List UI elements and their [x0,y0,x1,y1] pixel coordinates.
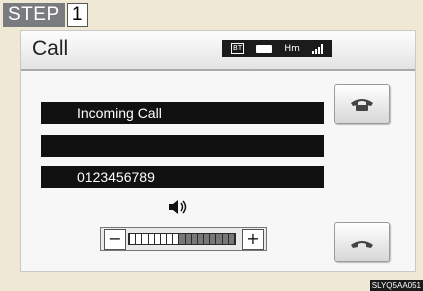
volume-control: − + [100,227,267,251]
step-indicator: STEP 1 [3,2,88,28]
volume-segment [160,234,167,244]
volume-segment [167,234,173,244]
volume-segment [210,234,216,244]
image-code: SLYQ5AA051 [369,280,423,291]
bluetooth-indicator: BT [231,43,245,54]
volume-segment [142,234,148,244]
volume-segment [197,234,204,244]
answer-button[interactable] [334,84,390,124]
volume-segment [179,234,185,244]
hm-indicator: Hm [284,43,300,54]
caller-name-field [41,135,324,157]
volume-segment [222,234,228,244]
volume-down-button[interactable]: − [104,229,126,250]
call-status-field: Incoming Call [41,102,324,124]
battery-icon [256,44,273,53]
phone-answer-icon [351,99,373,111]
title-bar: Call BT Hm [21,31,415,71]
volume-segment [191,234,197,244]
phone-hangup-icon [351,241,373,248]
volume-segment [173,234,179,244]
volume-segment [136,234,142,244]
volume-segment [204,234,210,244]
volume-segment [228,234,234,244]
volume-segment [154,234,160,244]
screen-title: Call [32,37,69,60]
volume-up-button[interactable]: + [242,229,264,250]
caller-number-field: 0123456789 [41,166,324,188]
step-label: STEP [3,3,65,27]
hangup-button[interactable] [334,222,390,262]
status-indicator: BT Hm [222,40,332,57]
phone-screen: Call BT Hm Incoming Call 0123456789 − + [20,30,416,272]
volume-slider[interactable] [128,233,236,245]
volume-segment [185,234,191,244]
volume-segment [130,234,136,244]
volume-segment [148,234,154,244]
signal-icon [311,43,323,54]
volume-segment [216,234,222,244]
speaker-icon [169,200,187,214]
step-number: 1 [66,3,88,27]
